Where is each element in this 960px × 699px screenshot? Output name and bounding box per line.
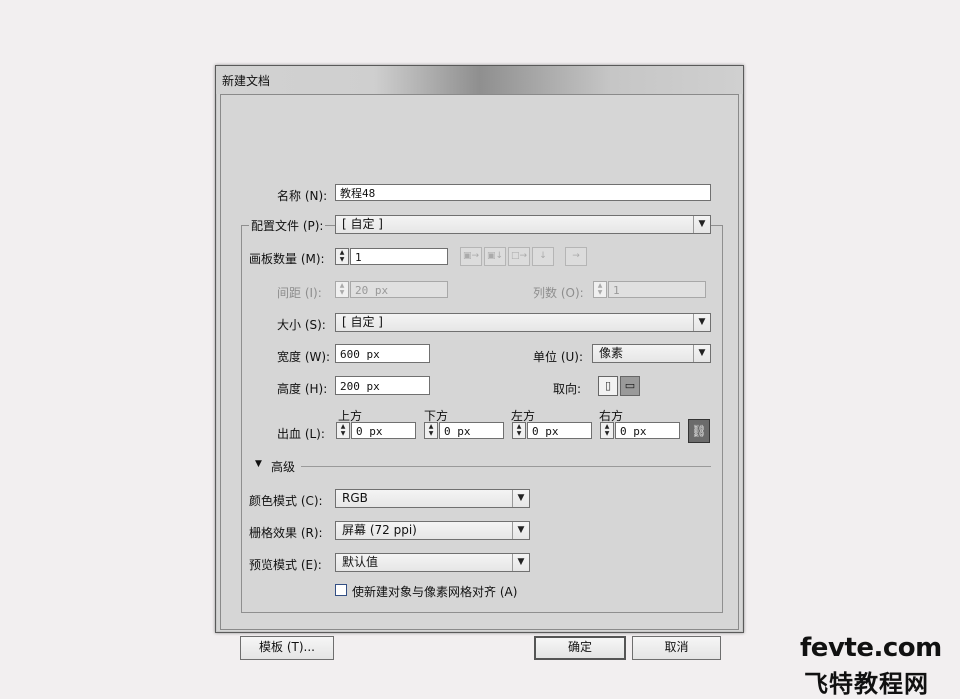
- watermark-site-cn: 飞特教程网: [804, 670, 929, 698]
- templates-button[interactable]: 模板 (T)...: [240, 636, 334, 660]
- columns-label: 列数 (O):: [533, 286, 584, 300]
- arrange-by-row-icon[interactable]: □→: [508, 247, 530, 266]
- bleed-top-input[interactable]: 0 px: [351, 422, 416, 439]
- link-icon[interactable]: ⛓: [688, 419, 710, 443]
- units-select[interactable]: 像素 ▼: [592, 344, 711, 363]
- units-value: 像素: [599, 346, 624, 360]
- size-label: 大小 (S):: [277, 318, 326, 332]
- preview-mode-label: 预览模式 (E):: [249, 558, 322, 572]
- bleed-bottom-stepper[interactable]: ▲ ▼: [424, 422, 438, 439]
- chevron-down-icon: ▼: [512, 522, 529, 539]
- preview-mode-select[interactable]: 默认值 ▼: [335, 553, 530, 572]
- artboards-input[interactable]: 1: [350, 248, 448, 265]
- profile-label: 配置文件 (P):: [249, 217, 326, 234]
- spacing-label: 间距 (I):: [277, 286, 322, 300]
- dialog-body: 名称 (N): 教程48 配置文件 (P): [ 自定 ] ▼ 画板数量 (M)…: [220, 94, 739, 660]
- artboards-label: 画板数量 (M):: [249, 252, 325, 266]
- dialog-titlebar[interactable]: 新建文档: [216, 66, 743, 94]
- orientation-label: 取向:: [553, 382, 582, 396]
- chevron-down-icon: ▼: [693, 314, 710, 331]
- bleed-top-stepper[interactable]: ▲ ▼: [336, 422, 350, 439]
- color-mode-value: RGB: [342, 491, 368, 505]
- color-mode-select[interactable]: RGB ▼: [335, 489, 530, 508]
- chevron-down-icon: ▼: [512, 490, 529, 507]
- height-input[interactable]: 200 px: [335, 376, 430, 395]
- portrait-icon[interactable]: ▯: [598, 376, 618, 396]
- raster-effects-label: 栅格效果 (R):: [249, 526, 323, 540]
- grid-by-row-icon[interactable]: ▣→: [460, 247, 482, 266]
- disclosure-triangle-icon[interactable]: ▼: [255, 459, 262, 469]
- align-pixel-grid-label[interactable]: 使新建对象与像素网格对齐 (A): [352, 583, 517, 600]
- new-document-dialog: 新建文档 名称 (N): 教程48 配置文件 (P): [ 自定 ] ▼ 画板数…: [215, 65, 744, 660]
- bleed-label: 出血 (L):: [277, 427, 325, 441]
- right-to-left-icon[interactable]: →: [565, 247, 587, 266]
- landscape-icon[interactable]: ▭: [620, 376, 640, 396]
- color-mode-label: 颜色模式 (C):: [249, 494, 323, 508]
- profile-value: [ 自定 ]: [342, 217, 383, 231]
- chevron-down-icon: ▼: [512, 554, 529, 571]
- bleed-right-input[interactable]: 0 px: [615, 422, 680, 439]
- spacing-input[interactable]: 20 px: [350, 281, 448, 298]
- arrange-by-column-icon[interactable]: ↓: [532, 247, 554, 266]
- align-pixel-grid-checkbox[interactable]: [335, 584, 347, 596]
- spacing-stepper[interactable]: ▲ ▼: [335, 281, 349, 298]
- cancel-button[interactable]: 取消: [632, 636, 721, 660]
- units-label: 单位 (U):: [533, 350, 584, 364]
- bleed-left-stepper[interactable]: ▲ ▼: [512, 422, 526, 439]
- columns-input[interactable]: 1: [608, 281, 706, 298]
- width-label: 宽度 (W):: [277, 350, 331, 364]
- grid-by-column-icon[interactable]: ▣↓: [484, 247, 506, 266]
- name-label: 名称 (N):: [277, 189, 328, 203]
- bleed-right-stepper[interactable]: ▲ ▼: [600, 422, 614, 439]
- artboards-stepper[interactable]: ▲ ▼: [335, 248, 349, 265]
- size-value: [ 自定 ]: [342, 315, 383, 329]
- raster-effects-select[interactable]: 屏幕 (72 ppi) ▼: [335, 521, 530, 540]
- columns-stepper[interactable]: ▲ ▼: [593, 281, 607, 298]
- chevron-down-icon: ▼: [693, 345, 710, 362]
- dialog-title: 新建文档: [222, 74, 271, 88]
- height-label: 高度 (H):: [277, 382, 328, 396]
- preview-mode-value: 默认值: [342, 555, 379, 569]
- raster-effects-value: 屏幕 (72 ppi): [342, 523, 417, 537]
- bleed-bottom-input[interactable]: 0 px: [439, 422, 504, 439]
- size-select[interactable]: [ 自定 ] ▼: [335, 313, 711, 332]
- name-input[interactable]: 教程48: [335, 184, 711, 201]
- advanced-divider: [301, 466, 711, 467]
- watermark-site: fevte.com: [800, 633, 942, 663]
- bleed-left-input[interactable]: 0 px: [527, 422, 592, 439]
- advanced-label[interactable]: 高级: [271, 458, 295, 475]
- width-input[interactable]: 600 px: [335, 344, 430, 363]
- ok-button[interactable]: 确定: [534, 636, 626, 660]
- profile-select[interactable]: [ 自定 ] ▼: [335, 215, 711, 234]
- chevron-down-icon: ▼: [693, 216, 710, 233]
